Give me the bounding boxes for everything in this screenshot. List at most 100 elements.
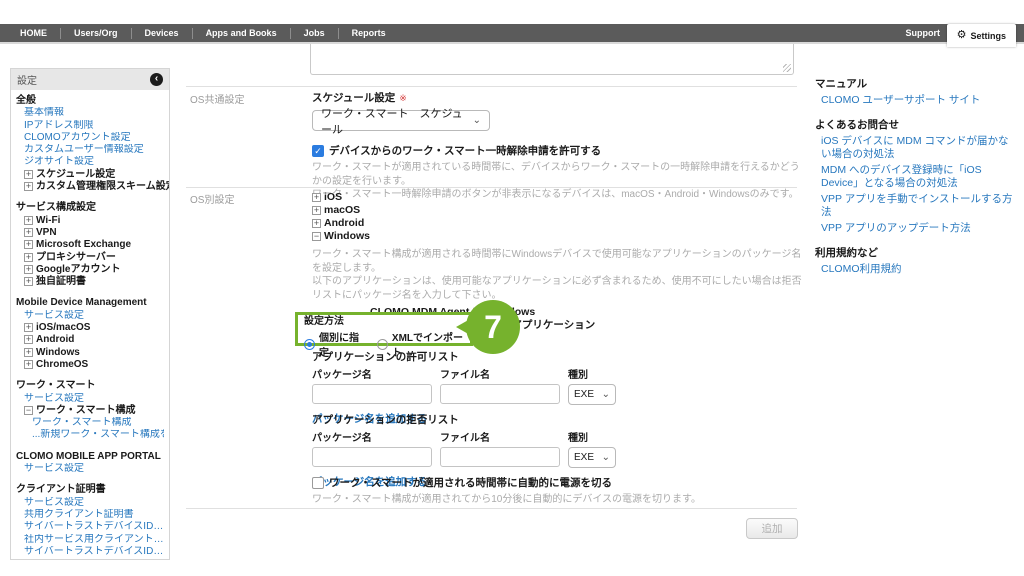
sidebar-item-basic-info[interactable]: 基本情報 — [16, 107, 164, 119]
sidebar-item-custom-user-info[interactable]: カスタムユーザー情報設定 — [16, 144, 164, 156]
deny-file-input[interactable] — [440, 447, 560, 467]
expand-icon[interactable]: + — [24, 335, 33, 344]
sidebar-item-custom-admin-scheme[interactable]: +カスタム管理権限スキーム設定 — [16, 181, 164, 193]
sidebar-item-mdm-service-settings[interactable]: サービス設定 — [16, 310, 164, 322]
os-toggle-ios[interactable]: +iOS — [312, 191, 802, 204]
help-link-mdm-command[interactable]: iOS デバイスに MDM コマンドが届かない場合の対処法 — [821, 135, 1017, 161]
sidebar-item-geosite[interactable]: ジオサイト設定 — [16, 156, 164, 168]
sidebar-item-ws-service-settings[interactable]: サービス設定 — [16, 393, 164, 405]
expand-icon[interactable]: + — [24, 265, 33, 274]
help-section-terms: 利用規約など — [815, 245, 1017, 260]
expand-icon[interactable]: + — [24, 182, 33, 191]
sidebar-section-client-cert: クライアント証明書 — [16, 484, 164, 496]
sidebar-collapse-button[interactable]: ‹ — [150, 73, 163, 86]
checkbox-checked-icon[interactable]: ✓ — [312, 145, 324, 157]
sidebar-item-portal-service-settings[interactable]: サービス設定 — [16, 463, 164, 475]
sidebar-item-label: Googleアカウント — [36, 264, 120, 275]
radio-unselected-icon[interactable] — [377, 339, 388, 350]
top-navbar: HOME Users/Org Devices Apps and Books Jo… — [0, 24, 1024, 44]
sidebar-item-android[interactable]: +Android — [16, 334, 164, 346]
help-link-clomo-terms[interactable]: CLOMO利用規約 — [821, 263, 1017, 276]
checkbox-unchecked-icon[interactable] — [312, 477, 324, 489]
allow-type-select[interactable]: EXE ⌄ — [568, 384, 616, 405]
os-toggle-label: macOS — [324, 204, 360, 216]
comment-textarea[interactable] — [310, 44, 794, 75]
radio-selected-icon[interactable] — [304, 339, 315, 350]
deny-package-input[interactable] — [312, 447, 432, 467]
os-common-row-label: OS共通設定 — [190, 91, 244, 106]
callout-7-balloon: 7 — [456, 297, 522, 357]
sidebar-item-ws-config[interactable]: −ワーク・スマート構成 — [16, 405, 164, 417]
tab-settings[interactable]: ⚙ Settings — [947, 24, 1016, 47]
os-toggle-macos[interactable]: +macOS — [312, 204, 802, 217]
expand-icon[interactable]: + — [24, 228, 33, 237]
sidebar-title: 設定 — [17, 72, 37, 87]
nav-item-jobs[interactable]: Jobs — [291, 28, 338, 38]
expand-icon[interactable]: + — [24, 170, 33, 179]
sidebar-item-google-account[interactable]: +Googleアカウント — [16, 264, 164, 276]
sidebar-item-ip-restriction[interactable]: IPアドレス制限 — [16, 120, 164, 132]
resize-grip-icon[interactable] — [783, 64, 791, 72]
add-button[interactable]: 追加 — [746, 518, 798, 539]
sidebar-item-ws-config-child[interactable]: ワーク・スマート構成 — [16, 417, 164, 429]
power-off-checkbox-row[interactable]: ワーク・スマートが適用される時間帯に自動的に電源を切る — [312, 475, 612, 490]
expand-icon[interactable]: + — [312, 193, 321, 202]
sidebar-item-ios-macos[interactable]: +iOS/macOS — [16, 322, 164, 334]
sidebar-item-windows[interactable]: +Windows — [16, 347, 164, 359]
allow-file-input[interactable] — [440, 384, 560, 404]
sidebar-item-cybertrust-pilot[interactable]: サイバートラストデバイスID(pilot)... — [16, 521, 164, 533]
sidebar-item-wifi[interactable]: +Wi-Fi — [16, 215, 164, 227]
deny-type-select[interactable]: EXE ⌄ — [568, 447, 616, 468]
os-toggle-windows[interactable]: −Windows — [312, 230, 802, 243]
expand-icon[interactable]: + — [24, 277, 33, 286]
sidebar-item-shared-client-cert[interactable]: 共用クライアント証明書 — [16, 509, 164, 521]
sidebar-item-chromeos[interactable]: +ChromeOS — [16, 359, 164, 371]
help-link-ios-device[interactable]: MDM へのデバイス登録時に「iOS Device」となる場合の対処法 — [821, 164, 1017, 190]
allow-package-input[interactable] — [312, 384, 432, 404]
sidebar-item-internal-client-cert[interactable]: 社内サービス用クライアント証明書 — [16, 534, 164, 546]
expand-icon[interactable]: + — [24, 253, 33, 262]
collapse-icon[interactable]: − — [312, 232, 321, 241]
os-toggle-label: iOS — [324, 191, 342, 203]
setting-method-annotation-box: 設定方法 個別に指定 XMLでインポート — [295, 312, 473, 346]
sidebar-item-ws-config-new[interactable]: ...新規ワーク・スマート構成を... — [16, 429, 164, 441]
nav-item-home[interactable]: HOME — [20, 28, 60, 38]
help-link-support-site[interactable]: CLOMO ユーザーサポート サイト — [821, 94, 1017, 107]
sidebar-item-clomo-account[interactable]: CLOMOアカウント設定 — [16, 132, 164, 144]
file-name-label: ファイル名 — [440, 366, 568, 381]
sidebar-item-cybertrust-g3[interactable]: サイバートラストデバイスID G3is... — [16, 546, 164, 558]
sidebar-item-own-certificate[interactable]: +独自証明書 — [16, 276, 164, 288]
sidebar-item-label: VPN — [36, 227, 57, 238]
nav-item-reports[interactable]: Reports — [339, 28, 399, 38]
os-toggle-label: Windows — [324, 230, 370, 242]
power-off-checkbox-label: ワーク・スマートが適用される時間帯に自動的に電源を切る — [329, 475, 612, 490]
expand-icon[interactable]: + — [24, 348, 33, 357]
expand-icon[interactable]: + — [312, 206, 321, 215]
sidebar-item-vpn[interactable]: +VPN — [16, 227, 164, 239]
help-section-manual: マニュアル — [815, 76, 1017, 91]
sidebar-item-ms-exchange[interactable]: +Microsoft Exchange — [16, 239, 164, 251]
nav-item-devices[interactable]: Devices — [132, 28, 192, 38]
os-common-fields: スケジュール設定※ ワーク・スマート スケジュール ⌄ ✓ デバイスからのワーク… — [312, 90, 800, 202]
sidebar-item-cert-service-settings[interactable]: サービス設定 — [16, 497, 164, 509]
sidebar-item-proxy-server[interactable]: +プロキシサーバー — [16, 252, 164, 264]
required-mark: ※ — [399, 93, 407, 103]
nav-items: HOME Users/Org Devices Apps and Books Jo… — [0, 28, 399, 39]
os-toggle-android[interactable]: +Android — [312, 217, 802, 230]
nav-item-support[interactable]: Support — [906, 28, 941, 38]
package-name-label: パッケージ名 — [312, 429, 440, 444]
help-link-vpp-manual-install[interactable]: VPP アプリを手動でインストールする方法 — [821, 193, 1017, 219]
expand-icon[interactable]: + — [312, 219, 321, 228]
help-link-vpp-update[interactable]: VPP アプリのアップデート方法 — [821, 222, 1017, 235]
sidebar-item-schedule[interactable]: +スケジュール設定 — [16, 169, 164, 181]
nav-item-apps-and-books[interactable]: Apps and Books — [193, 28, 290, 38]
schedule-select[interactable]: ワーク・スマート スケジュール ⌄ — [312, 110, 490, 131]
allow-release-desc-1: ワーク・スマートが適用されている時間帯に、デバイスからワーク・スマートの一時解除… — [312, 161, 800, 188]
allow-release-checkbox-row[interactable]: ✓ デバイスからのワーク・スマート一時解除申請を許可する — [312, 143, 800, 158]
expand-icon[interactable]: + — [24, 323, 33, 332]
expand-icon[interactable]: + — [24, 216, 33, 225]
collapse-icon[interactable]: − — [24, 406, 33, 415]
nav-item-users-org[interactable]: Users/Org — [61, 28, 131, 38]
expand-icon[interactable]: + — [24, 360, 33, 369]
expand-icon[interactable]: + — [24, 240, 33, 249]
